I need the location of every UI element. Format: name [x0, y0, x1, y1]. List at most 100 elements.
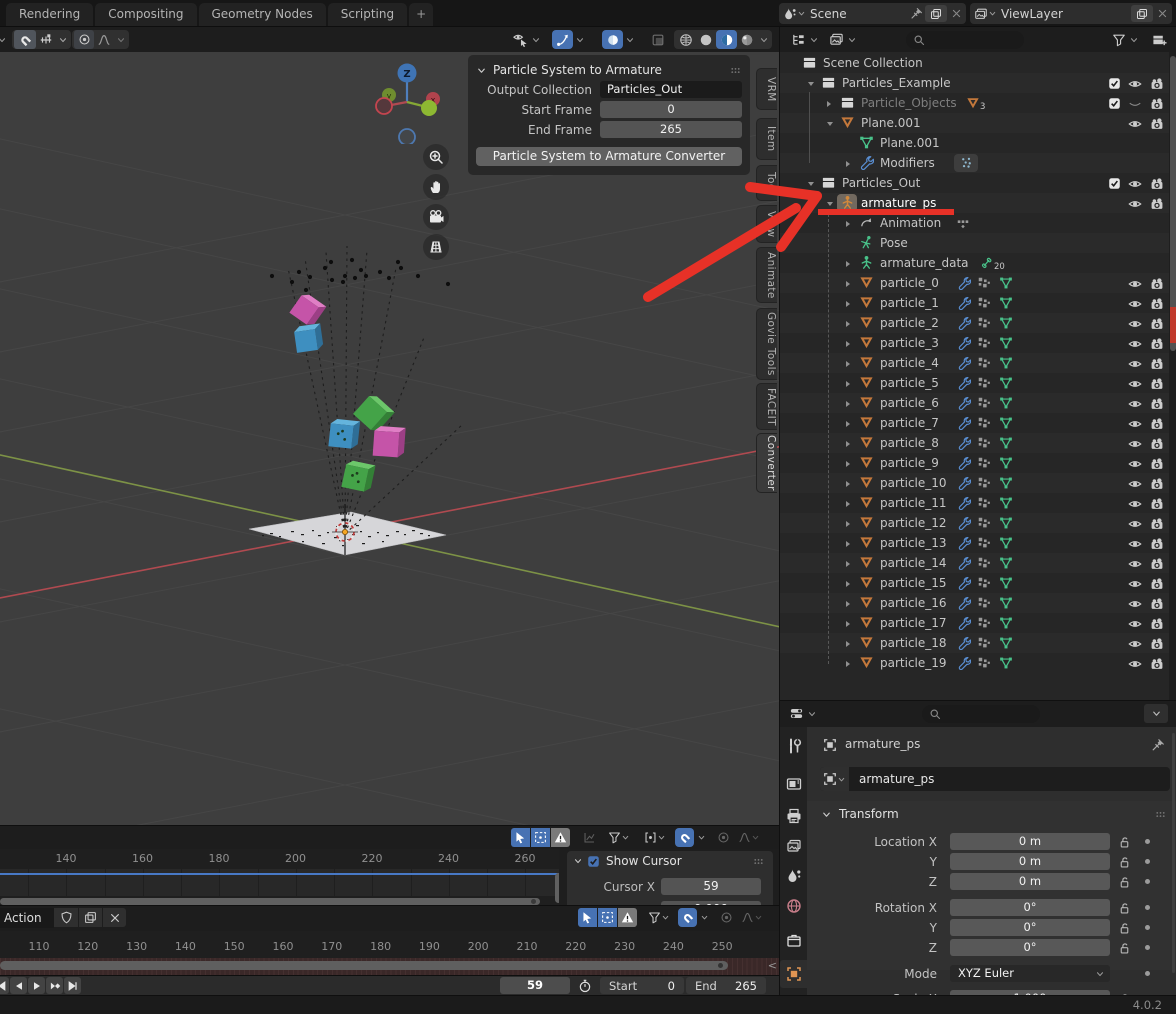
disable-render-icon[interactable] — [1150, 176, 1164, 191]
hide-eye-icon[interactable] — [1128, 496, 1142, 511]
viewlayer-selector[interactable]: ViewLayer — [970, 3, 1172, 24]
disable-render-icon[interactable] — [1150, 576, 1164, 591]
outliner-row[interactable]: Animation — [780, 213, 1176, 233]
outliner-label[interactable]: armature_data — [880, 256, 969, 270]
outliner-label[interactable]: Plane.001 — [861, 116, 921, 130]
navigation-gizmo[interactable]: Z y x — [372, 54, 444, 144]
sidebar-tab-faceit[interactable]: FACEIT — [756, 383, 777, 430]
transform-value-field[interactable]: 0° — [950, 899, 1110, 916]
outliner-label[interactable]: Particles_Out — [842, 176, 920, 190]
filter-dropdown2[interactable] — [644, 908, 674, 927]
expand-arrow[interactable] — [846, 161, 850, 167]
transform-value-field[interactable]: 0 m — [950, 833, 1110, 850]
animate-dot[interactable] — [1145, 925, 1150, 930]
fake-user-button[interactable] — [54, 908, 78, 927]
proportional-icon[interactable] — [714, 828, 733, 847]
falloff-dropdown3[interactable] — [737, 908, 767, 927]
shading-rendered[interactable] — [737, 30, 757, 49]
outliner-label[interactable]: Plane.001 — [880, 136, 940, 150]
outliner-label[interactable]: particle_17 — [880, 616, 947, 630]
copy-action-button[interactable] — [79, 908, 102, 927]
outliner-label[interactable]: particle_15 — [880, 576, 947, 590]
sidebar-tab-item[interactable]: Item — [756, 118, 777, 160]
outliner-row[interactable]: particle_9 — [780, 453, 1176, 473]
expand-arrow[interactable] — [846, 341, 850, 347]
pin-icon[interactable] — [1151, 738, 1165, 752]
add-workspace-tab[interactable]: + — [409, 3, 433, 26]
expand-arrow[interactable] — [846, 561, 850, 567]
outliner-row[interactable]: particle_10 — [780, 473, 1176, 493]
snap-dropdown3[interactable] — [698, 908, 711, 927]
transform-value-field[interactable]: 0 m — [950, 873, 1110, 890]
outliner-label[interactable]: Particles_Example — [842, 76, 951, 90]
dopesheet-ruler[interactable]: 140160180200220240260 — [0, 849, 559, 869]
disable-render-icon[interactable] — [1150, 516, 1164, 531]
disable-render-icon[interactable] — [1150, 656, 1164, 671]
hide-eye-icon[interactable] — [1128, 356, 1142, 371]
workspace-tab-geometry-nodes[interactable]: Geometry Nodes — [199, 3, 326, 26]
disable-render-icon[interactable] — [1150, 636, 1164, 651]
exclude-checkbox[interactable] — [1108, 76, 1121, 90]
transform-panel-header[interactable]: Transform — [821, 807, 899, 821]
expand-arrow[interactable] — [846, 401, 850, 407]
exclude-checkbox[interactable] — [1108, 96, 1121, 110]
hide-eye-icon[interactable] — [1128, 656, 1142, 671]
disable-render-icon[interactable] — [1150, 476, 1164, 491]
panel-grip-icon[interactable] — [729, 64, 742, 77]
expand-arrow[interactable] — [846, 261, 850, 267]
breadcrumb-object-name[interactable]: armature_ps — [845, 737, 920, 751]
new-collection-button[interactable] — [1148, 30, 1170, 49]
sidebar-tab-view[interactable]: View — [756, 205, 777, 243]
disable-render-icon[interactable] — [1150, 436, 1164, 451]
outliner-label[interactable]: particle_0 — [880, 276, 939, 290]
expand-arrow[interactable] — [827, 101, 831, 107]
hide-eye-icon[interactable] — [1128, 336, 1142, 351]
hide-eye-icon[interactable] — [1128, 116, 1142, 131]
outliner-row[interactable]: particle_19 — [780, 653, 1176, 673]
outliner-label[interactable]: particle_2 — [880, 316, 939, 330]
outliner-label[interactable]: particle_1 — [880, 296, 939, 310]
transform-value-field[interactable]: 0° — [950, 939, 1110, 956]
disable-render-icon[interactable] — [1150, 416, 1164, 431]
warning-tool-button2[interactable] — [618, 908, 637, 927]
expand-arrow[interactable] — [846, 301, 850, 307]
viewlayer-name[interactable]: ViewLayer — [1001, 7, 1129, 21]
outliner-row[interactable]: particle_3 — [780, 333, 1176, 353]
scene-icon[interactable] — [779, 3, 810, 24]
outliner-label[interactable]: particle_13 — [880, 536, 947, 550]
outliner-label[interactable]: particle_7 — [880, 416, 939, 430]
disable-render-icon[interactable] — [1150, 496, 1164, 511]
expand-arrow[interactable] — [846, 481, 850, 487]
proportional-icon2[interactable] — [717, 908, 736, 927]
snap-mode-icon[interactable] — [36, 30, 56, 49]
jump-start-button[interactable] — [0, 977, 9, 994]
new-viewlayer-button[interactable] — [1131, 5, 1153, 22]
action-name-field[interactable]: Action — [0, 908, 54, 928]
expand-arrow[interactable] — [846, 641, 850, 647]
disable-render-icon[interactable] — [1150, 76, 1164, 91]
falloff-icon[interactable] — [94, 30, 114, 49]
outliner-label[interactable]: particle_8 — [880, 436, 939, 450]
hide-eye-icon[interactable] — [1128, 376, 1142, 391]
hide-eye-icon[interactable] — [1128, 276, 1142, 291]
panel-chevron[interactable] — [573, 856, 583, 866]
hide-eye-icon[interactable] — [1128, 456, 1142, 471]
transform-grip-icon[interactable] — [1154, 808, 1167, 821]
unlink-action-button[interactable] — [103, 908, 126, 927]
outliner-row[interactable]: particle_16 — [780, 593, 1176, 613]
unlink-scene-button[interactable] — [947, 3, 966, 24]
outliner-row[interactable]: Particle_Objects3 — [780, 93, 1176, 113]
select-box-button2[interactable] — [598, 908, 617, 927]
transform-value-field[interactable]: 0° — [950, 919, 1110, 936]
action-ruler[interactable]: 1101201301401501601701801902002102202302… — [0, 931, 779, 958]
expand-arrow[interactable] — [846, 541, 850, 547]
disable-render-icon[interactable] — [1150, 456, 1164, 471]
sidebar-tab-converter[interactable]: Converter — [756, 433, 777, 493]
scene-name[interactable]: Scene — [810, 7, 910, 21]
workspace-tab-compositing[interactable]: Compositing — [95, 3, 196, 26]
show-cursor-checkbox[interactable] — [587, 855, 600, 868]
animate-dot[interactable] — [1145, 859, 1150, 864]
cursor-panel-grip[interactable] — [752, 855, 765, 868]
properties-tab-output[interactable] — [780, 802, 807, 830]
outliner-row[interactable]: particle_2 — [780, 313, 1176, 333]
